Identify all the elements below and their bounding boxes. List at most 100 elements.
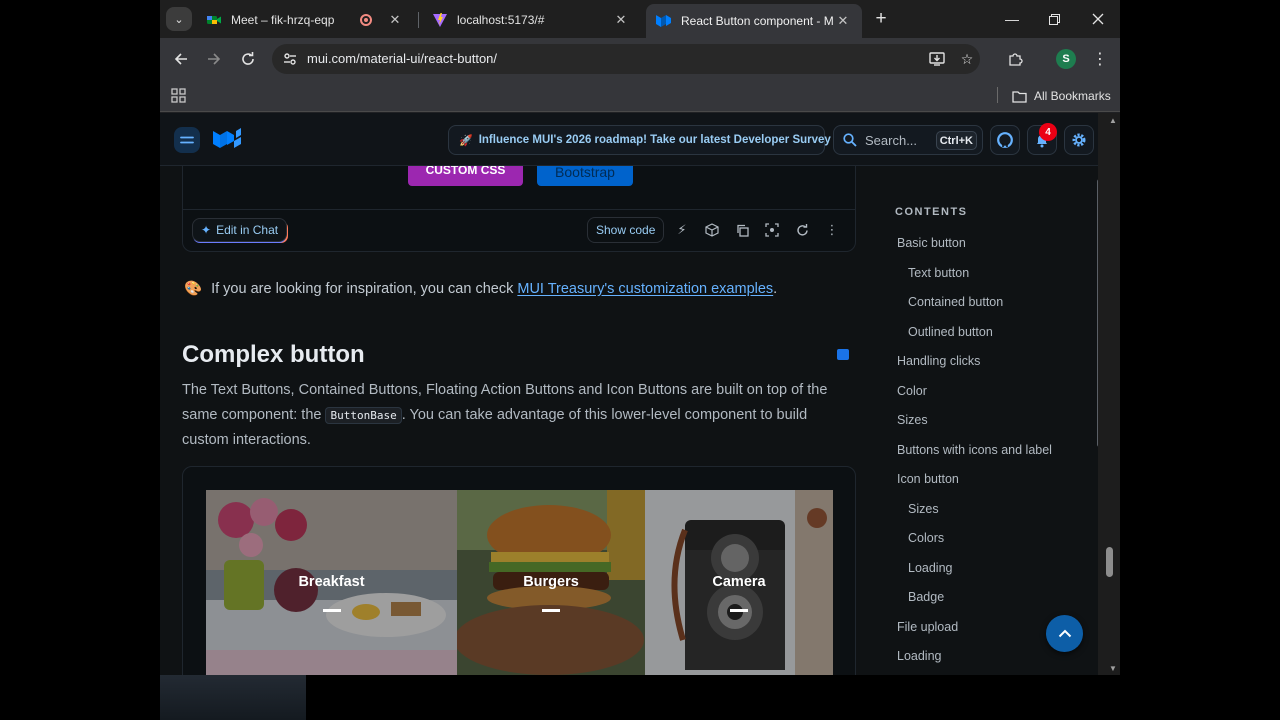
meet-icon xyxy=(207,16,221,24)
bookmarks-separator xyxy=(997,87,998,103)
settings-button[interactable] xyxy=(1064,125,1094,155)
camera-button[interactable]: Camera xyxy=(645,490,833,675)
toc-title: CONTENTS xyxy=(895,206,968,218)
address-bar[interactable]: mui.com/material-ui/react-button/ ☆ xyxy=(272,44,980,74)
tile-underline xyxy=(730,609,748,612)
tab-localhost[interactable]: localhost:5173/# ✕ xyxy=(422,6,640,34)
toc-item[interactable]: Sizes xyxy=(908,502,939,516)
minimize-button[interactable]: — xyxy=(998,8,1026,30)
scroll-to-top-button[interactable] xyxy=(1046,615,1083,652)
tile-title: Burgers xyxy=(523,574,579,590)
edit-in-chat-button[interactable]: ✦ Edit in Chat xyxy=(192,218,288,242)
toc-item[interactable]: Outlined button xyxy=(908,325,993,339)
tile-title: Breakfast xyxy=(298,574,365,590)
close-icon[interactable]: ✕ xyxy=(834,12,852,30)
tab-strip: ⌄ Meet – fik-hrzq-eqp ✕ localhost:5173/#… xyxy=(160,0,1120,38)
scrollbar-thumb[interactable] xyxy=(1106,547,1113,577)
show-code-button[interactable]: Show code xyxy=(587,217,665,243)
menu-button[interactable] xyxy=(174,127,200,153)
toc-item[interactable]: Loading xyxy=(897,649,942,663)
bolt-icon: ⚡ xyxy=(677,222,687,237)
chevron-down-icon: ⌄ xyxy=(174,13,184,26)
hamburger-icon xyxy=(180,136,194,144)
codesandbox-button[interactable] xyxy=(704,222,720,238)
scroll-down-arrow-icon[interactable]: ▼ xyxy=(1109,664,1118,673)
gear-icon xyxy=(1072,133,1086,147)
close-icon[interactable]: ✕ xyxy=(612,11,630,29)
customization-demo: CUSTOM CSS Bootstrap ✦ Edit in Chat Show… xyxy=(182,166,856,252)
github-button[interactable] xyxy=(990,125,1020,155)
github-icon xyxy=(997,132,1013,148)
tab-label: React Button component - Mate xyxy=(681,14,834,28)
reset-demo-button[interactable] xyxy=(794,222,810,238)
page-scrollbar[interactable]: ▲ ▼ xyxy=(1098,113,1120,675)
reload-button[interactable] xyxy=(236,47,260,71)
scroll-up-arrow-icon[interactable]: ▲ xyxy=(1109,116,1118,125)
mui-logo-icon[interactable] xyxy=(212,127,242,153)
toc-item[interactable]: Badge xyxy=(908,590,944,604)
treasury-link[interactable]: MUI Treasury's customization examples xyxy=(517,281,773,297)
search-icon xyxy=(843,133,857,147)
breakfast-button[interactable]: Breakfast xyxy=(206,490,457,675)
toc-item[interactable]: Sizes xyxy=(897,413,928,427)
bootstrap-button[interactable]: Bootstrap xyxy=(537,166,633,186)
all-bookmarks-button[interactable]: All Bookmarks xyxy=(1012,86,1111,106)
toc-item[interactable]: Color xyxy=(897,384,927,398)
bookmark-star-button[interactable]: ☆ xyxy=(958,50,976,68)
install-app-button[interactable] xyxy=(928,50,946,68)
inspiration-suffix: . xyxy=(773,281,778,297)
folder-icon xyxy=(1012,90,1027,103)
feedback-icon[interactable] xyxy=(837,349,849,360)
more-vertical-icon: ⋮ xyxy=(825,222,839,237)
sparkle-icon: ✦ xyxy=(201,223,212,237)
extensions-button[interactable] xyxy=(1004,47,1028,71)
close-window-button[interactable] xyxy=(1084,8,1112,30)
tab-search-button[interactable]: ⌄ xyxy=(166,7,192,31)
tab-mui-button[interactable]: React Button component - Mate ✕ xyxy=(646,4,862,38)
copy-icon xyxy=(736,224,749,237)
forward-button[interactable] xyxy=(202,47,226,71)
inspiration-callout: 🎨 If you are looking for inspiration, yo… xyxy=(184,280,777,297)
toc-item[interactable]: Loading xyxy=(908,561,953,575)
tab-meet[interactable]: Meet – fik-hrzq-eqp ✕ xyxy=(196,6,414,34)
back-button[interactable] xyxy=(169,47,193,71)
complex-button-demo: Breakfast Burgers Camera xyxy=(182,466,856,675)
recording-icon xyxy=(360,14,372,26)
survey-promo-link[interactable]: 🚀 Influence MUI's 2026 roadmap! Take our… xyxy=(448,125,831,155)
reset-focus-button[interactable] xyxy=(764,222,780,238)
toc-item[interactable]: File upload xyxy=(897,620,958,634)
browser-menu-button[interactable]: ⋮ xyxy=(1088,47,1112,71)
tab-label: localhost:5173/# xyxy=(457,13,545,27)
toc-item[interactable]: Basic button xyxy=(897,236,966,250)
inline-code: ButtonBase xyxy=(325,406,402,424)
minimize-icon: — xyxy=(1005,11,1019,27)
toc-item[interactable]: Handling clicks xyxy=(897,354,980,368)
reload-icon xyxy=(242,52,254,65)
toc-item[interactable]: Colors xyxy=(908,531,944,545)
toc-item[interactable]: Contained button xyxy=(908,295,1003,309)
toc-item[interactable]: Icon button xyxy=(897,472,959,486)
copy-source-button[interactable] xyxy=(734,222,750,238)
arrow-right-icon xyxy=(208,53,221,65)
new-tab-button[interactable]: + xyxy=(870,8,892,30)
apps-grid-icon[interactable] xyxy=(170,87,188,105)
toc-item[interactable]: Buttons with icons and label xyxy=(897,443,1052,457)
palette-icon: 🎨 xyxy=(184,281,203,297)
search-label: Search... xyxy=(865,132,918,148)
close-icon[interactable]: ✕ xyxy=(386,11,404,29)
chevron-up-icon xyxy=(1058,629,1071,638)
more-options-button[interactable]: ⋮ xyxy=(824,222,840,238)
edit-in-chat-label: Edit in Chat xyxy=(216,223,279,237)
profile-avatar[interactable]: S xyxy=(1056,49,1076,69)
restore-button[interactable] xyxy=(1040,8,1068,30)
stackblitz-button[interactable]: ⚡ xyxy=(674,222,690,238)
section-heading: Complex button xyxy=(182,341,365,368)
all-bookmarks-label: All Bookmarks xyxy=(1034,89,1111,103)
burgers-button[interactable]: Burgers xyxy=(457,490,645,675)
search-button[interactable]: Search... Ctrl+K xyxy=(833,125,983,155)
tab-label: Meet – fik-hrzq-eqp xyxy=(231,13,335,27)
custom-css-button[interactable]: CUSTOM CSS xyxy=(408,166,523,186)
toc-item[interactable]: Text button xyxy=(908,266,969,280)
restore-icon xyxy=(1048,13,1060,25)
puzzle-icon xyxy=(1009,53,1023,66)
